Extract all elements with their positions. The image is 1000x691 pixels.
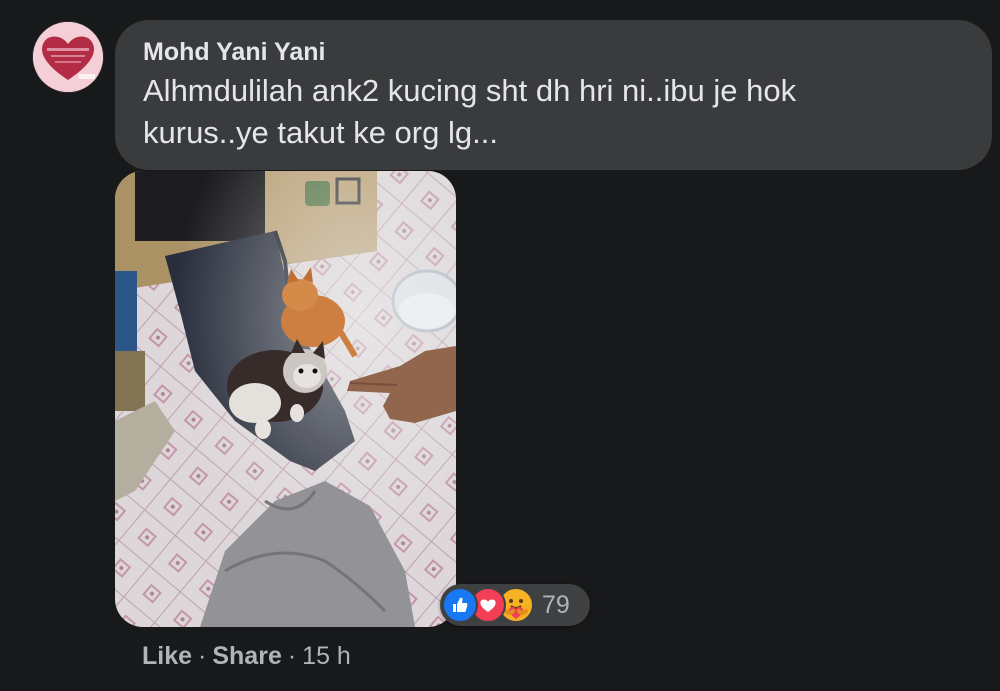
avatar[interactable] [33, 22, 103, 92]
comment-photo[interactable] [115, 171, 456, 627]
separator-dot: · [198, 642, 207, 670]
comment-timestamp[interactable]: 15 h [302, 640, 351, 672]
comment-author-name[interactable]: Mohd Yani Yani [143, 36, 325, 68]
comment-text: Alhmdulilah ank2 kucing sht dh hri ni..i… [143, 73, 797, 150]
separator-dot: · [287, 642, 297, 670]
reactions-summary[interactable]: 79 [440, 584, 590, 626]
kittens-photo-image [115, 171, 456, 627]
avatar-heart-image [33, 22, 103, 92]
share-button[interactable]: Share [212, 640, 281, 672]
comment-bubble: Mohd Yani Yani Alhmdulilah ank2 kucing s… [115, 20, 992, 170]
comment-actions: Like · Share · 15 h [142, 640, 351, 672]
reaction-count: 79 [542, 590, 570, 619]
like-icon [442, 587, 478, 623]
like-button[interactable]: Like [142, 640, 192, 672]
